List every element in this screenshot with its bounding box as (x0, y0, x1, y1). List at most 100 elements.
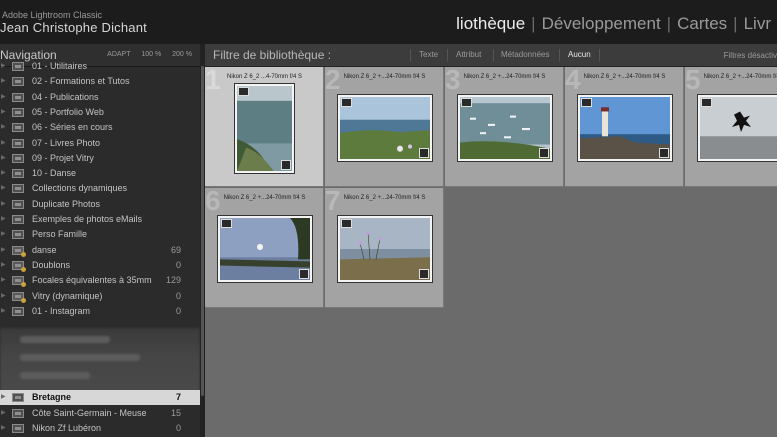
photo-index-number: 5 (685, 67, 701, 95)
collection-row[interactable]: ▶ Duplicate Photos (0, 197, 200, 212)
collection-row[interactable]: ▶ Côte Saint-Germain - Meuse 15 (0, 406, 200, 421)
photo-image-frame[interactable] (217, 215, 313, 283)
collection-row[interactable]: ▶ 09 - Projet Vitry (0, 151, 200, 166)
collection-icon (12, 393, 24, 402)
expand-triangle-icon[interactable]: ▶ (1, 261, 6, 268)
collection-row[interactable]: ▶ Vitry (dynamique) 0 (0, 289, 200, 304)
expand-triangle-icon[interactable]: ▶ (1, 139, 6, 146)
expand-triangle-icon[interactable]: ▶ (1, 169, 6, 176)
filter-text[interactable]: Texte (419, 50, 438, 59)
collection-row[interactable]: ▶ Focales équivalentes à 35mm 129 (0, 273, 200, 288)
photo-thumbnail-cell[interactable]: 2 Nikon Z 6_2 +...24-70mm f/4 S (325, 67, 444, 187)
expand-triangle-icon[interactable]: ▶ (1, 215, 6, 222)
photo-caption: Nikon Z 6_2 +...24-70mm f/4 S (343, 195, 426, 201)
collection-label: Perso Famille (32, 229, 88, 240)
scrollbar-thumb[interactable] (201, 66, 204, 396)
expand-triangle-icon[interactable]: ▶ (1, 123, 6, 130)
photo-image-frame[interactable] (337, 215, 433, 283)
collection-row[interactable]: ▶ Doublons 0 (0, 258, 200, 273)
library-filter-bar: Filtre de bibliothèque : Texte Attribut … (205, 44, 777, 67)
expand-triangle-icon[interactable]: ▶ (1, 230, 6, 237)
collection-set-icon (12, 138, 24, 148)
zoom-fit[interactable]: ADAPT (107, 51, 130, 58)
collection-row[interactable]: ▶ 02 - Formations et Tutos (0, 74, 200, 89)
zoom-100[interactable]: 100 % (141, 51, 161, 58)
edited-badge-icon[interactable] (281, 160, 291, 170)
identity-plate: Jean Christophe Dichant (0, 20, 147, 35)
photo-image-frame[interactable] (697, 94, 777, 162)
collection-row[interactable]: ▶ 07 - Livres Photo (0, 136, 200, 151)
photo-image-frame[interactable] (234, 83, 295, 174)
collection-row[interactable]: ▶ Exemples de photos eMails (0, 212, 200, 227)
expand-triangle-icon[interactable]: ▶ (1, 424, 6, 431)
filter-separator (410, 49, 411, 61)
collection-label: 09 - Projet Vitry (32, 152, 94, 163)
photo-image-frame[interactable] (577, 94, 673, 162)
metadata-badge-icon[interactable] (221, 219, 232, 228)
metadata-badge-icon[interactable] (238, 87, 249, 96)
expand-triangle-icon[interactable]: ▶ (1, 276, 6, 283)
expand-triangle-icon[interactable]: ▶ (1, 246, 6, 253)
module-map[interactable]: Cartes (671, 14, 733, 34)
edited-badge-icon[interactable] (539, 148, 549, 158)
expand-triangle-icon[interactable]: ▶ (1, 307, 6, 314)
metadata-badge-icon[interactable] (581, 98, 592, 107)
expand-triangle-icon[interactable]: ▶ (1, 154, 6, 161)
edited-badge-icon[interactable] (299, 269, 309, 279)
collection-label: Côte Saint-Germain - Meuse (32, 407, 147, 418)
photo-thumbnail-cell[interactable]: 5Nikon Z 6_2 +...24-70mm f/4 S (685, 67, 777, 187)
metadata-badge-icon[interactable] (461, 98, 472, 107)
collection-row[interactable]: ▶ Perso Famille (0, 227, 200, 242)
collection-set-icon (12, 107, 24, 117)
collection-label: 01 - Utilitaires (32, 61, 88, 71)
module-book[interactable]: Livr (738, 14, 777, 34)
expand-triangle-icon[interactable]: ▶ (1, 77, 6, 84)
collection-row[interactable]: ▶ 01 - Instagram 0 (0, 304, 200, 319)
edited-badge-icon[interactable] (419, 269, 429, 279)
collection-row[interactable]: ▶ Bretagne 7 (0, 390, 200, 405)
filter-status[interactable]: Filtres désactiv (724, 51, 777, 60)
expand-triangle-icon[interactable]: ▶ (1, 393, 6, 400)
collection-row[interactable]: ▶ 01 - Utilitaires (0, 59, 200, 74)
collection-label: Doublons (32, 259, 71, 270)
photo-thumbnail-cell[interactable]: 7 Nikon Z 6_2 +...24-70mm f/4 S (325, 188, 444, 308)
zoom-options: ADAPT 100 % 200 % (98, 51, 192, 58)
metadata-badge-icon[interactable] (341, 219, 352, 228)
expand-triangle-icon[interactable]: ▶ (1, 93, 6, 100)
collection-count: 0 (175, 259, 181, 270)
expand-triangle-icon[interactable]: ▶ (1, 108, 6, 115)
filter-attribute[interactable]: Attribut (456, 50, 481, 59)
collection-row[interactable]: ▶ 06 - Séries en cours (0, 120, 200, 135)
collection-row[interactable]: ▶ danse 69 (0, 243, 200, 258)
photo-thumbnail-cell[interactable]: 6 Nikon Z 6_2 +...24-70mm f/4 S (205, 188, 324, 308)
photo-thumbnail-cell[interactable]: 1 Nikon Z 6_2 ...4-70mm f/4 S (205, 67, 324, 187)
module-library[interactable]: liothèque (450, 14, 531, 34)
module-develop[interactable]: Développement (536, 14, 667, 34)
collection-icon (12, 306, 24, 316)
collection-label: danse (32, 244, 57, 255)
collection-row[interactable]: ▶ 05 - Portfolio Web (0, 105, 200, 120)
photo-thumbnail-cell[interactable]: 4 Nikon Z 6_2 +...24-70mm f/4 S (565, 67, 684, 187)
metadata-badge-icon[interactable] (701, 98, 712, 107)
collection-row[interactable]: ▶ Nikon Zf Lubéron 0 (0, 421, 200, 436)
filter-none[interactable]: Aucun (568, 50, 591, 59)
expand-triangle-icon[interactable]: ▶ (1, 409, 6, 416)
expand-triangle-icon[interactable]: ▶ (1, 184, 6, 191)
photo-image-frame[interactable] (337, 94, 433, 162)
edited-badge-icon[interactable] (419, 148, 429, 158)
photo-thumbnail-cell[interactable]: 3 Nikon Z 6_2 +...24-70mm f/4 S (445, 67, 564, 187)
filter-metadata[interactable]: Métadonnées (501, 50, 549, 59)
expand-triangle-icon[interactable]: ▶ (1, 200, 6, 207)
identity-bar: Adobe Lightroom Classic Jean Christophe … (0, 0, 777, 44)
expand-triangle-icon[interactable]: ▶ (1, 62, 6, 69)
photo-image-frame[interactable] (457, 94, 553, 162)
zoom-200[interactable]: 200 % (172, 51, 192, 58)
collection-row[interactable]: ▶ 04 - Publications (0, 90, 200, 105)
expand-triangle-icon[interactable]: ▶ (1, 292, 6, 299)
app-name: Adobe Lightroom Classic (2, 10, 103, 20)
collection-row[interactable]: ▶ 10 - Danse (0, 166, 200, 181)
collection-label: Nikon Zf Lubéron (32, 423, 102, 433)
metadata-badge-icon[interactable] (341, 98, 352, 107)
edited-badge-icon[interactable] (659, 148, 669, 158)
collection-row[interactable]: ▶ Collections dynamiques (0, 181, 200, 196)
